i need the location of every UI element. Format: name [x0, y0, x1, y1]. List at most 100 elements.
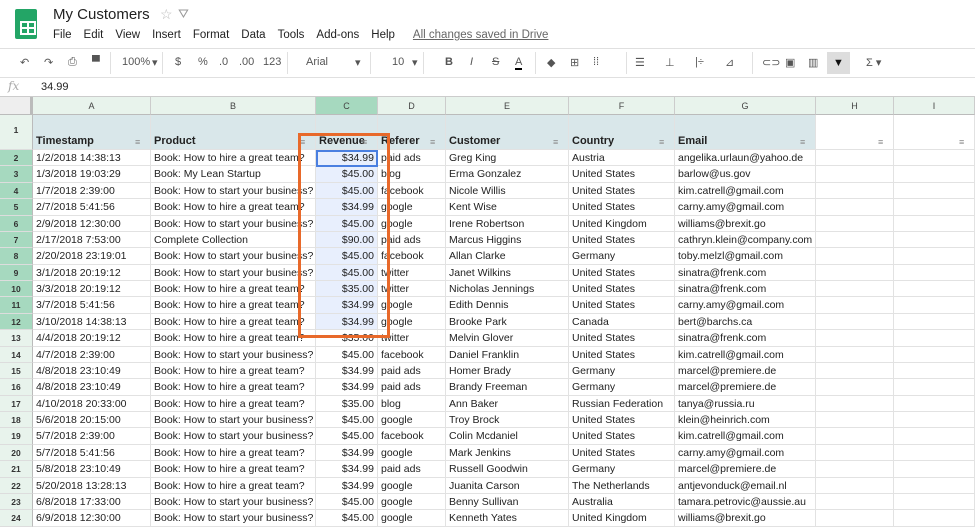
table-cell[interactable]: kim.catrell@gmail.com — [675, 182, 816, 200]
row-header-8[interactable]: 8 — [0, 248, 33, 265]
filter-icon[interactable]: ≡ — [959, 136, 969, 148]
menu-view[interactable]: View — [115, 29, 140, 41]
empty-cell[interactable] — [816, 166, 894, 183]
empty-cell[interactable] — [894, 264, 975, 282]
table-cell[interactable]: Book: How to start your business? — [151, 264, 316, 282]
table-cell[interactable]: The Netherlands — [569, 477, 675, 494]
column-header-F[interactable]: F — [569, 97, 675, 115]
header-cell-G[interactable]: Email ≡ — [675, 115, 816, 150]
empty-cell[interactable] — [894, 412, 975, 429]
empty-cell[interactable] — [816, 395, 894, 413]
table-cell[interactable]: 2/9/2018 12:30:00 — [33, 215, 151, 232]
font-select[interactable]: Arial — [306, 56, 328, 68]
table-cell[interactable]: facebook — [378, 428, 446, 445]
table-cell[interactable]: 3/10/2018 14:38:13 — [33, 313, 151, 331]
table-cell[interactable]: 4/10/2018 20:33:00 — [33, 395, 151, 413]
table-cell[interactable]: United States — [569, 444, 675, 462]
table-cell[interactable]: 1/3/2018 19:03:29 — [33, 166, 151, 183]
table-cell[interactable]: Nicholas Jennings — [446, 281, 569, 298]
table-cell[interactable]: United States — [569, 428, 675, 445]
empty-cell[interactable] — [894, 444, 975, 462]
table-cell[interactable]: Book: How to start your business? — [151, 493, 316, 511]
row-header-12[interactable]: 12 — [0, 313, 33, 331]
table-cell[interactable]: Homer Brady — [446, 362, 569, 380]
column-header-C[interactable]: C — [316, 97, 378, 115]
table-cell[interactable]: Book: How to start your business? — [151, 428, 316, 445]
table-cell[interactable]: United States — [569, 199, 675, 216]
bold-icon[interactable]: B — [445, 56, 453, 68]
table-cell[interactable]: klein@heinrich.com — [675, 412, 816, 429]
table-cell[interactable]: tamara.petrovic@aussie.au — [675, 493, 816, 511]
undo-icon[interactable]: ↶ — [20, 56, 29, 69]
row-header-16[interactable]: 16 — [0, 379, 33, 396]
sheets-logo-icon[interactable] — [15, 9, 37, 39]
more-formats-button[interactable]: 123 — [263, 56, 281, 68]
table-cell[interactable]: paid ads — [378, 461, 446, 478]
table-cell[interactable]: United States — [569, 330, 675, 347]
table-cell[interactable]: marcel@premiere.de — [675, 362, 816, 380]
empty-cell[interactable] — [816, 346, 894, 363]
merge-cells-icon[interactable]: ⁞⁞ — [593, 56, 599, 68]
fill-color-icon[interactable]: ◆ — [547, 56, 555, 69]
table-cell[interactable]: United States — [569, 297, 675, 314]
align-vertical-icon[interactable]: ⊥ — [665, 56, 675, 69]
text-color-icon[interactable]: A — [515, 56, 523, 70]
table-cell[interactable]: 5/7/2018 5:41:56 — [33, 444, 151, 462]
table-cell[interactable]: Edith Dennis — [446, 297, 569, 314]
empty-cell[interactable] — [816, 215, 894, 232]
row-header-22[interactable]: 22 — [0, 477, 33, 494]
filter-icon[interactable]: ≡ — [659, 136, 669, 148]
table-cell[interactable]: sinatra@frenk.com — [675, 281, 816, 298]
empty-cell[interactable] — [894, 313, 975, 331]
table-cell[interactable]: Erma Gonzalez — [446, 166, 569, 183]
table-cell[interactable]: carny.amy@gmail.com — [675, 297, 816, 314]
table-cell[interactable]: tanya@russia.ru — [675, 395, 816, 413]
table-cell[interactable]: Russell Goodwin — [446, 461, 569, 478]
table-cell[interactable]: marcel@premiere.de — [675, 461, 816, 478]
table-cell[interactable]: Complete Collection — [151, 231, 316, 249]
empty-cell[interactable] — [816, 477, 894, 494]
table-cell[interactable]: bert@barchs.ca — [675, 313, 816, 331]
table-cell[interactable]: carny.amy@gmail.com — [675, 444, 816, 462]
table-cell[interactable]: Book: How to hire a great team? — [151, 330, 316, 347]
table-cell[interactable]: Austria — [569, 150, 675, 167]
row-header-4[interactable]: 4 — [0, 182, 33, 200]
empty-cell[interactable] — [816, 150, 894, 167]
table-cell[interactable]: Book: My Lean Startup — [151, 166, 316, 183]
table-cell[interactable]: 3/1/2018 20:19:12 — [33, 264, 151, 282]
empty-cell[interactable] — [894, 297, 975, 314]
table-cell[interactable]: Daniel Franklin — [446, 346, 569, 363]
table-cell[interactable]: Book: How to hire a great team? — [151, 395, 316, 413]
header-cell-B[interactable]: Product ≡ — [151, 115, 316, 150]
table-cell[interactable]: Book: How to hire a great team? — [151, 444, 316, 462]
table-cell[interactable]: Marcus Higgins — [446, 231, 569, 249]
table-cell[interactable]: angelika.urlaun@yahoo.de — [675, 150, 816, 167]
row-header-19[interactable]: 19 — [0, 428, 33, 445]
row-header-18[interactable]: 18 — [0, 412, 33, 429]
table-cell[interactable]: 4/7/2018 2:39:00 — [33, 346, 151, 363]
strikethrough-icon[interactable]: S — [492, 56, 499, 68]
table-cell[interactable]: 4/4/2018 20:19:12 — [33, 330, 151, 347]
table-cell[interactable]: 5/8/2018 23:10:49 — [33, 461, 151, 478]
table-cell[interactable]: Book: How to hire a great team? — [151, 313, 316, 331]
empty-cell[interactable] — [816, 297, 894, 314]
column-header-A[interactable]: A — [33, 97, 151, 115]
row-header-6[interactable]: 6 — [0, 215, 33, 232]
italic-icon[interactable]: I — [470, 56, 473, 68]
empty-cell[interactable] — [894, 150, 975, 167]
table-cell[interactable]: Benny Sullivan — [446, 493, 569, 511]
table-cell[interactable]: $45.00 — [316, 428, 378, 445]
table-cell[interactable]: Germany — [569, 248, 675, 265]
filter-icon[interactable]: ≡ — [553, 136, 563, 148]
increase-decimal-button[interactable]: .00 — [239, 56, 254, 68]
table-cell[interactable]: sinatra@frenk.com — [675, 330, 816, 347]
empty-cell[interactable] — [816, 428, 894, 445]
table-cell[interactable]: United States — [569, 264, 675, 282]
table-cell[interactable]: 3/3/2018 20:19:12 — [33, 281, 151, 298]
table-cell[interactable]: Book: How to hire a great team? — [151, 477, 316, 494]
table-cell[interactable]: $34.99 — [316, 379, 378, 396]
empty-cell[interactable] — [816, 330, 894, 347]
table-cell[interactable]: 5/7/2018 2:39:00 — [33, 428, 151, 445]
table-cell[interactable]: 5/6/2018 20:15:00 — [33, 412, 151, 429]
table-cell[interactable]: carny.amy@gmail.com — [675, 199, 816, 216]
